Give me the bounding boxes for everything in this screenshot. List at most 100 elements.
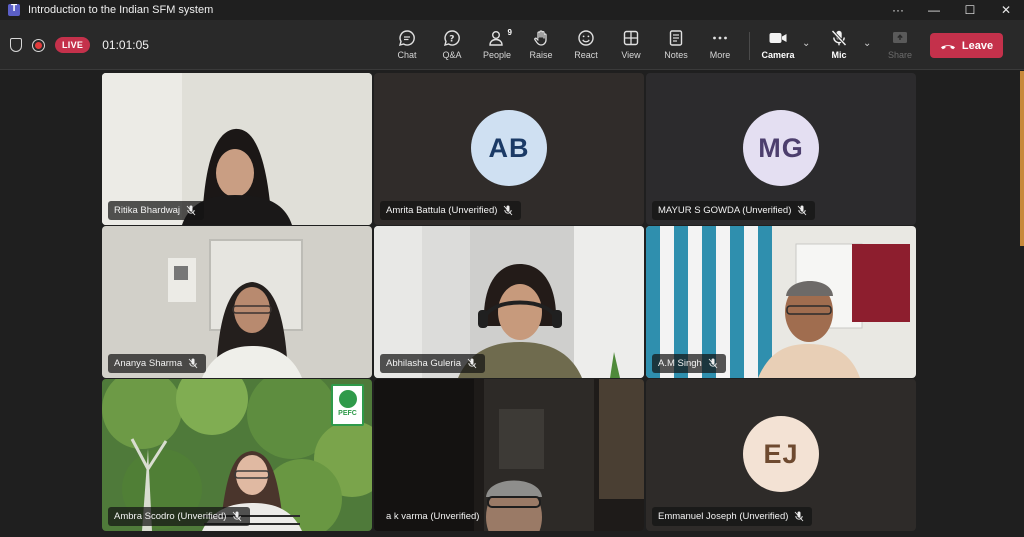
participant-tile-mayur[interactable]: MG MAYUR S GOWDA (Unverified): [646, 73, 916, 225]
hang-up-icon: [940, 44, 955, 49]
more-button[interactable]: More: [699, 28, 741, 64]
react-button[interactable]: React: [565, 28, 607, 64]
participant-name: MAYUR S GOWDA (Unverified): [658, 205, 792, 216]
participant-avatar: AB: [471, 110, 547, 186]
mic-options-chevron-icon[interactable]: ⌄: [863, 38, 871, 49]
muted-mic-icon: [233, 511, 242, 522]
participant-tile-abhilasha[interactable]: Abhilasha Guleria: [374, 226, 644, 378]
hand-icon: [527, 28, 555, 48]
notes-label: Notes: [664, 50, 688, 60]
participant-nameplate: MAYUR S GOWDA (Unverified): [652, 201, 816, 220]
people-count: 9: [507, 28, 512, 37]
meeting-timer: 01:01:05: [102, 38, 149, 52]
mic-off-icon: [825, 28, 853, 48]
participant-name: Amrita Battula (Unverified): [386, 205, 498, 216]
people-button[interactable]: 9 People: [476, 28, 518, 64]
avatar-initials: EJ: [763, 438, 799, 469]
participant-tile-ananya[interactable]: Ananya Sharma: [102, 226, 372, 378]
teams-app-icon: [8, 3, 20, 16]
participant-name: Abhilasha Guleria: [386, 358, 461, 369]
react-label: React: [574, 50, 598, 60]
share-button[interactable]: Share: [879, 28, 921, 64]
svg-text:?: ?: [449, 35, 454, 45]
participant-nameplate: A.M Singh: [652, 354, 726, 373]
participant-tile-emmanuel[interactable]: EJ Emmanuel Joseph (Unverified): [646, 379, 916, 531]
participant-avatar: MG: [743, 110, 819, 186]
participant-name: Emmanuel Joseph (Unverified): [658, 511, 789, 522]
people-icon: 9: [483, 28, 512, 48]
share-label: Share: [887, 50, 913, 60]
participant-name: A.M Singh: [658, 358, 702, 369]
qa-button[interactable]: ? Q&A: [431, 28, 473, 64]
muted-mic-icon: [186, 205, 196, 216]
camera-options-chevron-icon[interactable]: ⌄: [802, 38, 810, 49]
camera-label: Camera: [761, 50, 795, 60]
participant-tile-amrita[interactable]: AB Amrita Battula (Unverified): [374, 73, 644, 225]
live-badge: LIVE: [55, 37, 91, 53]
participant-nameplate: Abhilasha Guleria: [380, 354, 485, 373]
participant-tile-ritika[interactable]: Ritika Bhardwaj: [102, 73, 372, 225]
participant-nameplate: Ambra Scodro (Unverified): [108, 507, 251, 526]
pefc-logo-icon: [338, 390, 357, 408]
window-title-bar: Introduction to the Indian SFM system ··…: [0, 0, 1024, 20]
recording-icon[interactable]: [32, 38, 45, 52]
participant-avatar: EJ: [743, 416, 819, 492]
pefc-label: PEFC: [338, 410, 357, 417]
participant-name: a k varma (Unverified): [386, 511, 480, 522]
mic-button[interactable]: Mic: [818, 28, 860, 64]
pefc-badge: PEFC: [331, 384, 364, 426]
share-icon: [886, 28, 914, 48]
qa-label: Q&A: [442, 50, 462, 60]
camera-icon: [764, 28, 792, 48]
chat-button[interactable]: Chat: [386, 28, 428, 64]
participant-nameplate: Ritika Bhardwaj: [108, 201, 204, 220]
close-button[interactable]: ✕: [988, 0, 1024, 20]
window-title: Introduction to the Indian SFM system: [28, 4, 214, 16]
notes-button[interactable]: Notes: [655, 28, 697, 64]
meeting-toolbar: LIVE 01:01:05 Chat ? Q&A 9 People Raise …: [0, 20, 1024, 70]
avatar-initials: AB: [488, 132, 530, 163]
chat-label: Chat: [397, 50, 417, 60]
mic-label: Mic: [831, 50, 847, 60]
participant-name: Ambra Scodro (Unverified): [114, 511, 227, 522]
muted-mic-icon: [467, 358, 477, 369]
participant-nameplate: Ananya Sharma: [108, 354, 207, 373]
participant-tile-ak-varma[interactable]: a k varma (Unverified): [374, 379, 644, 531]
toolbar-divider: [749, 32, 750, 60]
maximize-button[interactable]: ☐: [952, 0, 988, 20]
participant-name: Ritika Bhardwaj: [114, 205, 180, 216]
view-button[interactable]: View: [610, 28, 652, 64]
leave-label: Leave: [961, 39, 994, 52]
question-icon: ?: [438, 28, 466, 48]
scrollbar[interactable]: [1020, 71, 1024, 246]
camera-button[interactable]: Camera: [757, 28, 799, 64]
smiley-icon: [572, 28, 600, 48]
muted-mic-icon: [188, 358, 198, 369]
people-label: People: [482, 50, 512, 60]
participant-nameplate: Amrita Battula (Unverified): [380, 201, 522, 220]
window-controls: ··· — ☐ ✕: [880, 0, 1024, 20]
muted-mic-icon: [708, 358, 718, 369]
muted-mic-icon: [795, 511, 804, 522]
more-options-icon[interactable]: ···: [880, 0, 916, 20]
meeting-status: LIVE 01:01:05: [10, 20, 149, 70]
participant-tile-ambra[interactable]: PEFC Ambra Scodro (Unverified): [102, 379, 372, 531]
minimize-button[interactable]: —: [916, 0, 952, 20]
participant-nameplate: Emmanuel Joseph (Unverified): [652, 507, 813, 526]
chat-icon: [393, 28, 421, 48]
participant-tile-am-singh[interactable]: A.M Singh: [646, 226, 916, 378]
muted-mic-icon: [504, 205, 513, 216]
avatar-initials: MG: [758, 132, 804, 163]
leave-button[interactable]: Leave: [930, 33, 1003, 58]
muted-mic-icon: [798, 205, 807, 216]
grid-view-icon: [617, 28, 645, 48]
participant-nameplate: a k varma (Unverified): [380, 507, 487, 526]
raise-label: Raise: [529, 50, 553, 60]
ellipsis-icon: [706, 28, 734, 48]
more-label: More: [709, 50, 731, 60]
notes-icon: [662, 28, 690, 48]
shield-icon[interactable]: [10, 38, 22, 52]
raise-hand-button[interactable]: Raise: [520, 28, 562, 64]
view-label: View: [621, 50, 641, 60]
participant-name: Ananya Sharma: [114, 358, 183, 369]
